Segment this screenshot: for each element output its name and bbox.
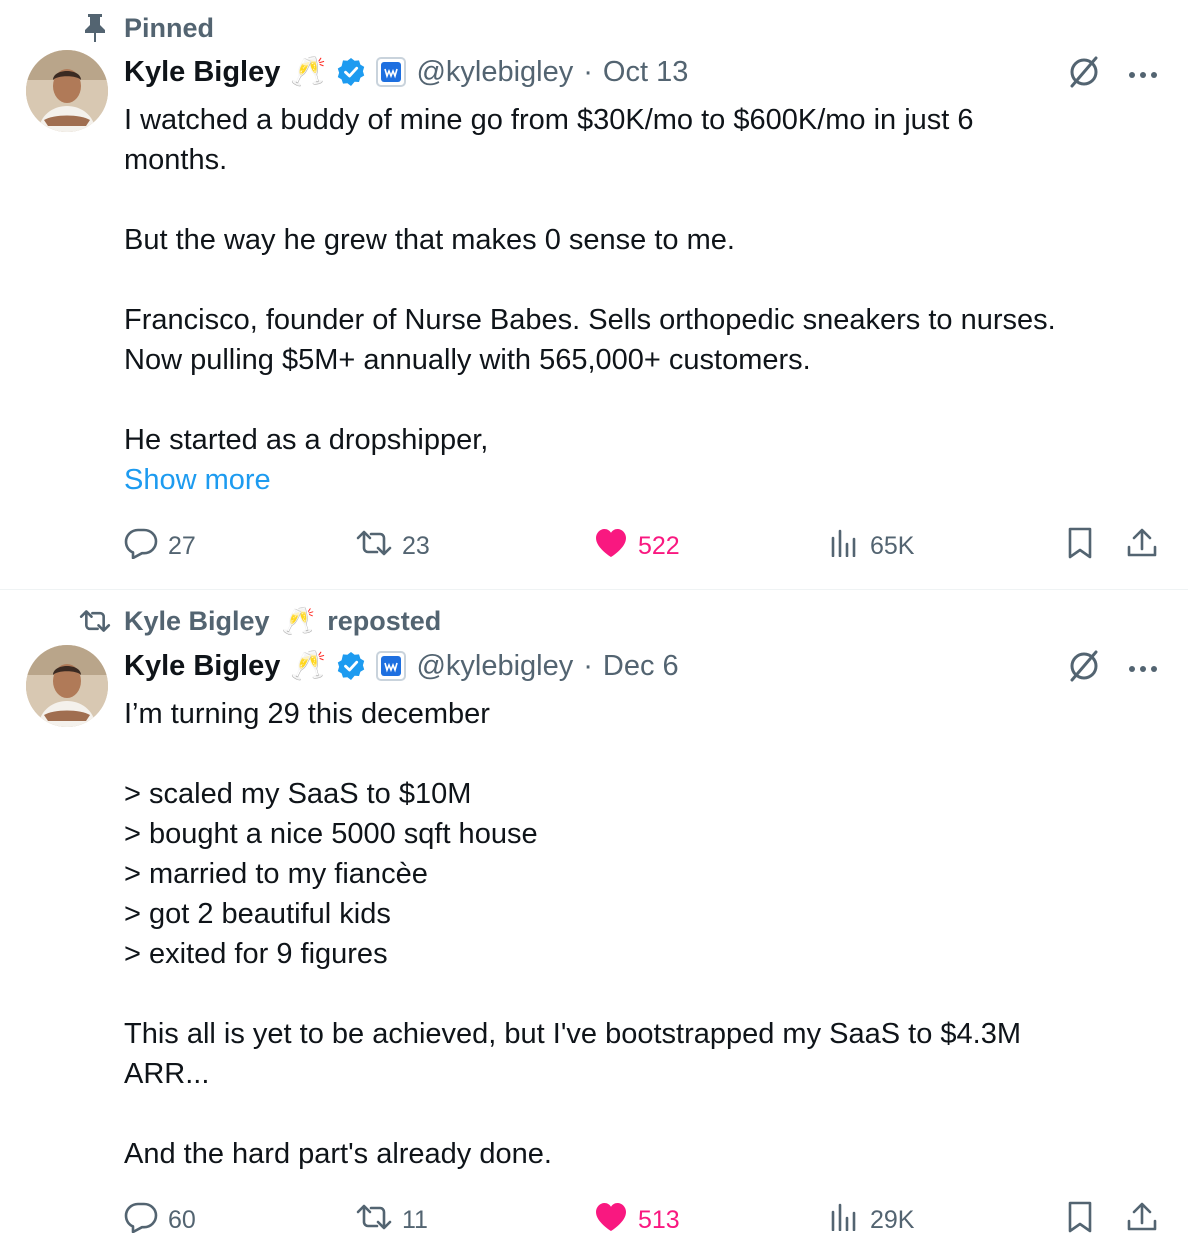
repost-icon xyxy=(78,608,112,634)
like-button[interactable]: 522 xyxy=(594,528,680,565)
grok-icon[interactable] xyxy=(1066,648,1102,689)
reposter-name[interactable]: Kyle Bigley xyxy=(124,606,270,637)
show-more-link[interactable]: Show more xyxy=(124,460,1144,500)
reply-icon xyxy=(124,1201,158,1240)
repost-icon xyxy=(356,1202,392,1239)
pin-icon xyxy=(78,13,112,43)
author-name[interactable]: Kyle Bigley xyxy=(124,650,280,683)
bookmark-button[interactable] xyxy=(1066,527,1094,566)
separator-dot: · xyxy=(583,55,593,88)
avatar[interactable] xyxy=(26,50,108,132)
repost-icon xyxy=(356,528,392,565)
bookmark-icon xyxy=(1066,527,1094,566)
tweet-actions: 27 23 522 65K xyxy=(124,526,1164,566)
repost-button[interactable]: 11 xyxy=(356,1202,428,1239)
tweet-paragraph: Francisco, founder of Nurse Babes. Sells… xyxy=(124,304,1056,376)
views-count: 65K xyxy=(870,531,915,560)
tweet-header: Kyle Bigley 🥂 @kylebigley · Dec 6 xyxy=(124,646,679,686)
heart-icon xyxy=(594,528,628,565)
emoji-badge: 🥂 xyxy=(290,650,327,682)
tweet-paragraph: > scaled my SaaS to $10M > bought a nice… xyxy=(124,778,538,970)
emoji-badge: 🥂 xyxy=(290,56,327,88)
verified-badge-icon[interactable] xyxy=(336,57,366,87)
tweet-repost[interactable]: Kyle Bigley 🥂 reposted Kyle Bigley 🥂 @ky… xyxy=(0,590,1188,1258)
tweet-paragraph: I watched a buddy of mine go from $30K/m… xyxy=(124,104,974,176)
reply-icon xyxy=(124,527,158,566)
repost-count: 23 xyxy=(402,531,430,560)
views-button[interactable]: 65K xyxy=(830,529,914,564)
repost-indicator: Kyle Bigley 🥂 reposted xyxy=(78,603,441,639)
pinned-indicator: Pinned xyxy=(78,10,214,46)
author-handle[interactable]: @kylebigley xyxy=(416,56,573,89)
share-button[interactable] xyxy=(1126,1201,1158,1240)
header-actions xyxy=(1066,54,1158,95)
more-options-icon[interactable] xyxy=(1128,66,1158,84)
tweet-header: Kyle Bigley 🥂 @kylebigley · Oct 13 xyxy=(124,52,688,92)
bookmark-icon xyxy=(1066,1201,1094,1240)
tweet-paragraph: I’m turning 29 this december xyxy=(124,698,490,730)
header-actions xyxy=(1066,648,1158,689)
like-button[interactable]: 513 xyxy=(594,1202,680,1239)
tweet-paragraph: And the hard part's already done. xyxy=(124,1138,552,1170)
reply-button[interactable]: 27 xyxy=(124,527,196,566)
reposted-label: reposted xyxy=(327,605,442,636)
tweet-paragraph: He started as a dropshipper, xyxy=(124,424,489,456)
share-icon xyxy=(1126,527,1158,566)
repost-button[interactable]: 23 xyxy=(356,528,430,565)
emoji-badge: 🥂 xyxy=(281,606,316,636)
tweet-actions: 60 11 513 29K xyxy=(124,1200,1164,1240)
heart-icon xyxy=(594,1202,628,1239)
post-date[interactable]: Dec 6 xyxy=(603,650,679,683)
separator-dot: · xyxy=(583,649,593,682)
views-button[interactable]: 29K xyxy=(830,1203,914,1238)
reply-button[interactable]: 60 xyxy=(124,1201,196,1240)
pinned-label: Pinned xyxy=(124,12,215,43)
post-date[interactable]: Oct 13 xyxy=(603,56,688,89)
like-count: 522 xyxy=(638,531,680,560)
affiliate-logo-icon[interactable] xyxy=(376,651,407,681)
tweet-text: I’m turning 29 this december > scaled my… xyxy=(124,694,1144,1174)
grok-icon[interactable] xyxy=(1066,54,1102,95)
tweet-paragraph: But the way he grew that makes 0 sense t… xyxy=(124,224,735,256)
tweet-paragraph: This all is yet to be achieved, but I've… xyxy=(124,1018,1021,1090)
more-options-icon[interactable] xyxy=(1128,660,1158,678)
verified-badge-icon[interactable] xyxy=(336,651,366,681)
tweet-pinned[interactable]: Pinned Kyle Bigley 🥂 @kylebigley · Oct 1… xyxy=(0,0,1188,590)
author-name[interactable]: Kyle Bigley xyxy=(124,56,280,89)
share-icon xyxy=(1126,1201,1158,1240)
tweet-text: I watched a buddy of mine go from $30K/m… xyxy=(124,100,1144,500)
views-chart-icon xyxy=(830,1203,860,1238)
views-chart-icon xyxy=(830,529,860,564)
avatar[interactable] xyxy=(26,645,108,727)
views-count: 29K xyxy=(870,1205,915,1234)
bookmark-button[interactable] xyxy=(1066,1201,1094,1240)
reply-count: 60 xyxy=(168,1205,196,1234)
share-button[interactable] xyxy=(1126,527,1158,566)
like-count: 513 xyxy=(638,1205,680,1234)
author-handle[interactable]: @kylebigley xyxy=(416,650,573,683)
reply-count: 27 xyxy=(168,531,196,560)
repost-count: 11 xyxy=(402,1205,428,1234)
affiliate-logo-icon[interactable] xyxy=(376,57,407,87)
